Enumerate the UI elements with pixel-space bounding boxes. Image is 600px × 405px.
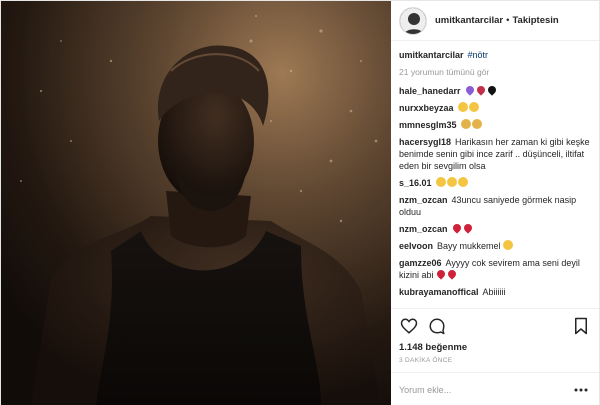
heart-eyes-emoji-icon: [435, 177, 446, 187]
comment-row: kubrayamanoffical Abiiiiii: [399, 286, 591, 298]
comment-text: Abiiiiii: [482, 287, 506, 297]
comment-row: s_16.01: [399, 177, 591, 189]
comments-list[interactable]: umitkantarcilar #nötr 21 yorumun tümünü g…: [391, 41, 599, 308]
red-heart-emoji-icon: [450, 222, 463, 234]
comment-username[interactable]: nzm_ozcan: [399, 224, 448, 234]
more-options-icon[interactable]: [571, 380, 591, 400]
comment-username[interactable]: nurxxbeyzaa: [399, 103, 454, 113]
avatar[interactable]: [399, 6, 427, 35]
comment-username[interactable]: kubrayamanoffical: [399, 287, 479, 297]
comment-username[interactable]: nzm_ozcan: [399, 195, 448, 205]
likes-count[interactable]: 1.148 beğenme: [391, 342, 599, 353]
comment-row: nurxxbeyzaa: [399, 102, 591, 114]
comment-row: hale_hanedarr: [399, 84, 591, 97]
header-text: umitkantarcilar • Takiptesin: [435, 15, 559, 26]
bookmark-icon[interactable]: [571, 316, 591, 336]
post-header: umitkantarcilar • Takiptesin: [391, 1, 599, 41]
comment-username[interactable]: eelvoon: [399, 241, 433, 251]
heart-eyes-emoji-icon: [503, 240, 514, 250]
comment-text: Bayy mukkemel: [437, 241, 501, 251]
view-all-comments-link[interactable]: 21 yorumun tümünü gör: [399, 67, 591, 77]
ok-hand-emoji-icon: [471, 119, 482, 129]
purple-heart-emoji-icon: [463, 84, 476, 96]
header-separator: •: [506, 15, 510, 26]
follow-status[interactable]: Takiptesin: [512, 15, 558, 26]
comment-row: mmnesglm35: [399, 119, 591, 131]
instagram-post: umitkantarcilar • Takiptesin umitkantarcil…: [0, 0, 600, 405]
heart-outline-icon[interactable]: [399, 316, 419, 336]
heart-eyes-emoji-icon: [457, 177, 468, 187]
comment-row: gamzze06 Ayyyy cok sevirem ama seni deyil…: [399, 257, 591, 281]
caption: umitkantarcilar #nötr: [399, 49, 591, 61]
ok-hand-emoji-icon: [460, 119, 471, 129]
comment-input[interactable]: [399, 384, 569, 395]
post-side-panel: umitkantarcilar • Takiptesin umitkantarcil…: [391, 1, 599, 405]
comment-username[interactable]: s_16.01: [399, 178, 432, 188]
caption-username[interactable]: umitkantarcilar: [399, 50, 464, 60]
action-bar: [391, 308, 599, 342]
red-heart-emoji-icon: [461, 222, 474, 234]
black-heart-emoji-icon: [485, 84, 498, 96]
photo-dark-portrait: [1, 1, 391, 405]
red-heart-emoji-icon: [446, 268, 458, 280]
comment-username[interactable]: hacersygl18: [399, 137, 451, 147]
post-timestamp: 3 DAKİKA ÖNCE: [399, 357, 453, 364]
comment-row: nzm_ozcan: [399, 222, 591, 235]
post-photo[interactable]: [1, 1, 391, 405]
comment-username[interactable]: hale_hanedarr: [399, 86, 461, 96]
comment-row: nzm_ozcan 43uncu saniyede görmek nasip ol…: [399, 194, 591, 218]
comment-bubble-icon[interactable]: [427, 316, 447, 336]
header-username[interactable]: umitkantarcilar: [435, 15, 503, 26]
comment-row: hacersygl18 Harikasın her zaman ki gibi k…: [399, 136, 591, 172]
comment-row: eelvoon Bayy mukkemel: [399, 240, 591, 252]
heart-eyes-emoji-icon: [446, 177, 457, 187]
sunglasses-emoji-icon: [468, 102, 479, 112]
comment-username[interactable]: gamzze06: [399, 258, 442, 268]
add-comment-bar: [391, 372, 599, 405]
sunglasses-emoji-icon: [457, 102, 468, 112]
comment-username[interactable]: mmnesglm35: [399, 120, 457, 130]
red-heart-emoji-icon: [435, 268, 447, 280]
caption-hashtag[interactable]: #nötr: [468, 50, 489, 60]
heart-eyes-red-emoji-icon: [474, 84, 487, 96]
